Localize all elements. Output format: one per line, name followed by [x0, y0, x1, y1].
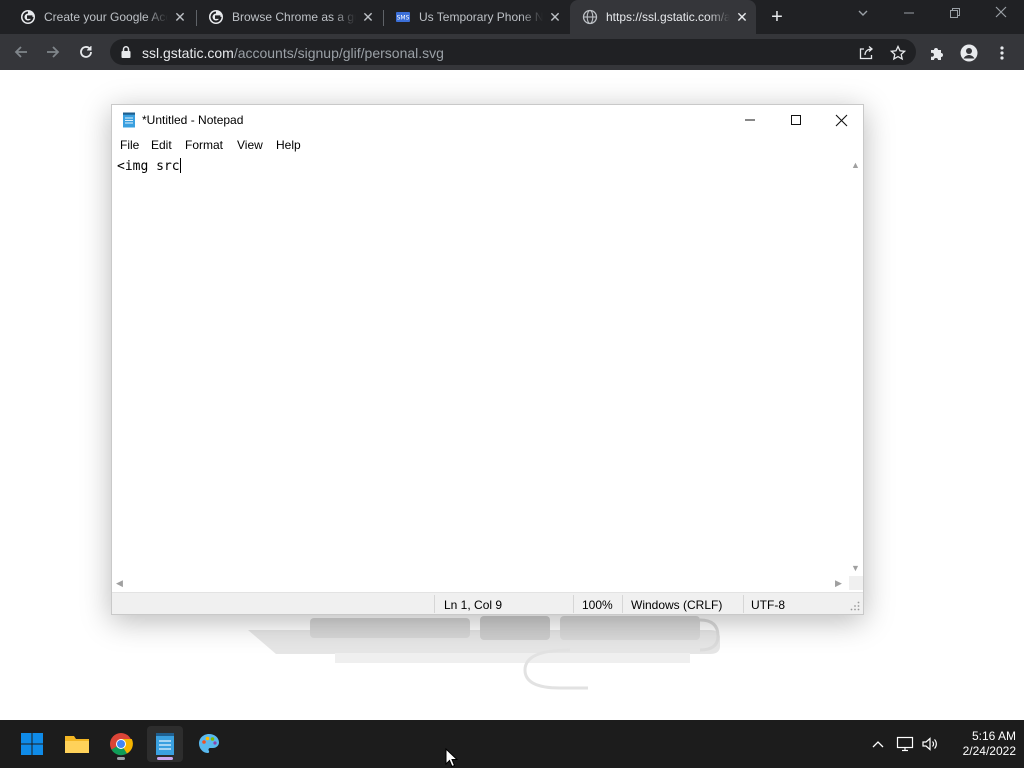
- scroll-down-arrow-icon[interactable]: ▼: [851, 563, 860, 573]
- notepad-window[interactable]: *Untitled - Notepad File Edit Format Vie…: [111, 104, 864, 615]
- url-path: /accounts/signup/glif/personal.svg: [233, 45, 444, 61]
- google-g-icon: [209, 10, 223, 24]
- personal-svg-illustration: [248, 616, 720, 690]
- tab-close-icon[interactable]: ✕: [172, 9, 188, 25]
- taskbar-notepad[interactable]: [147, 726, 183, 762]
- paint-icon: [199, 734, 219, 753]
- notepad-minimize-button[interactable]: [727, 105, 773, 135]
- status-line-ending: Windows (CRLF): [631, 598, 723, 612]
- address-bar[interactable]: ssl.gstatic.com/accounts/signup/glif/per…: [110, 39, 916, 65]
- url-text: ssl.gstatic.com/accounts/signup/glif/per…: [142, 45, 444, 61]
- running-indicator: [117, 757, 125, 760]
- status-encoding: UTF-8: [751, 598, 785, 612]
- notepad-close-button[interactable]: [818, 105, 864, 135]
- restore-icon[interactable]: [941, 4, 969, 26]
- taskbar-chrome[interactable]: [103, 726, 139, 762]
- menu-format[interactable]: Format: [185, 138, 223, 152]
- status-separator: [622, 595, 623, 613]
- scroll-right-arrow-icon[interactable]: ▶: [835, 578, 842, 588]
- share-icon[interactable]: [857, 44, 875, 62]
- text-caret: [179, 158, 181, 173]
- tab-title: Create your Google Account: [44, 10, 168, 24]
- tab-ssl-gstatic[interactable]: https://ssl.gstatic.com/accounts/signup/…: [570, 0, 756, 34]
- tab-title: Us Temporary Phone Numbers: [419, 10, 543, 24]
- clock-date: 2/24/2022: [962, 744, 1016, 758]
- maximize-icon: [791, 115, 801, 125]
- status-separator: [434, 595, 435, 613]
- tab-browse-chrome-guest[interactable]: Browse Chrome as a guest ✕: [196, 0, 382, 34]
- status-separator: [743, 595, 744, 613]
- taskbar-paint[interactable]: [191, 726, 227, 762]
- notepad-icon: [156, 733, 174, 755]
- notepad-titlebar[interactable]: *Untitled - Notepad: [112, 105, 863, 135]
- resize-grip-icon[interactable]: [850, 601, 860, 611]
- menu-view[interactable]: View: [237, 138, 263, 152]
- tab-us-temporary-phone[interactable]: SMS Us Temporary Phone Numbers ✕: [383, 0, 569, 34]
- profile-icon[interactable]: [960, 44, 978, 62]
- tab-create-google-account[interactable]: Create your Google Account ✕: [8, 0, 194, 34]
- tab-strip: Create your Google Account ✕ Browse Chro…: [0, 0, 1024, 34]
- windows-taskbar: 5:16 AM 2/24/2022: [0, 720, 1024, 768]
- extensions-puzzle-icon[interactable]: [928, 44, 946, 62]
- status-separator: [573, 595, 574, 613]
- scroll-up-arrow-icon[interactable]: ▲: [851, 160, 860, 170]
- sms-icon: SMS: [396, 12, 410, 22]
- status-zoom: 100%: [582, 598, 613, 612]
- reload-icon[interactable]: [74, 40, 98, 64]
- menu-edit[interactable]: Edit: [151, 138, 172, 152]
- start-icon: [21, 733, 43, 755]
- bookmark-star-icon[interactable]: [889, 44, 907, 62]
- minimize-icon: [745, 119, 755, 121]
- notepad-content: <img src: [117, 159, 180, 174]
- active-indicator: [157, 757, 173, 760]
- tab-close-icon[interactable]: ✕: [734, 9, 750, 25]
- chrome-icon: [110, 733, 133, 756]
- taskbar-clock[interactable]: 5:16 AM 2/24/2022: [946, 729, 1016, 759]
- notepad-menubar: File Edit Format View Help: [112, 135, 863, 155]
- scroll-left-arrow-icon[interactable]: ◀: [116, 578, 123, 588]
- notepad-app-icon: [123, 112, 135, 128]
- file-explorer-icon: [65, 736, 89, 753]
- close-window-icon[interactable]: [987, 4, 1015, 26]
- tab-close-icon[interactable]: ✕: [360, 9, 376, 25]
- tray-overflow-chevron-icon[interactable]: [869, 735, 887, 753]
- status-cursor-position: Ln 1, Col 9: [444, 598, 503, 612]
- notepad-title: *Untitled - Notepad: [142, 113, 244, 127]
- url-host: ssl.gstatic.com: [142, 45, 234, 61]
- vertical-scrollbar[interactable]: ▲ ▼: [849, 155, 863, 576]
- notepad-text-area[interactable]: <img src: [112, 155, 849, 576]
- volume-icon[interactable]: [921, 735, 939, 753]
- clock-time: 5:16 AM: [971, 729, 1016, 743]
- menu-kebab-icon[interactable]: [993, 44, 1011, 62]
- start-button[interactable]: [14, 726, 50, 762]
- forward-icon[interactable]: [41, 40, 65, 64]
- close-icon: [835, 114, 847, 126]
- notepad-status-bar: Ln 1, Col 9 100% Windows (CRLF) UTF-8: [112, 592, 863, 614]
- taskbar-file-explorer[interactable]: [59, 726, 95, 762]
- tab-search-icon[interactable]: [849, 4, 877, 26]
- tab-title: Browse Chrome as a guest: [232, 10, 356, 24]
- lock-icon[interactable]: [120, 45, 132, 59]
- new-tab-button[interactable]: +: [766, 7, 788, 29]
- network-icon[interactable]: [896, 735, 914, 753]
- google-g-icon: [21, 10, 35, 24]
- menu-file[interactable]: File: [120, 138, 139, 152]
- notepad-maximize-button[interactable]: [773, 105, 819, 135]
- minimize-icon[interactable]: [895, 4, 923, 26]
- menu-help[interactable]: Help: [276, 138, 301, 152]
- globe-icon: [582, 9, 598, 25]
- back-icon[interactable]: [9, 40, 33, 64]
- mouse-cursor-icon: [445, 748, 459, 768]
- tab-close-icon[interactable]: ✕: [547, 9, 563, 25]
- svg-text:SMS: SMS: [397, 15, 410, 22]
- horizontal-scrollbar[interactable]: ◀ ▶: [112, 576, 849, 590]
- tab-title: https://ssl.gstatic.com/accounts/signup/…: [606, 10, 730, 24]
- scroll-corner: [849, 576, 863, 590]
